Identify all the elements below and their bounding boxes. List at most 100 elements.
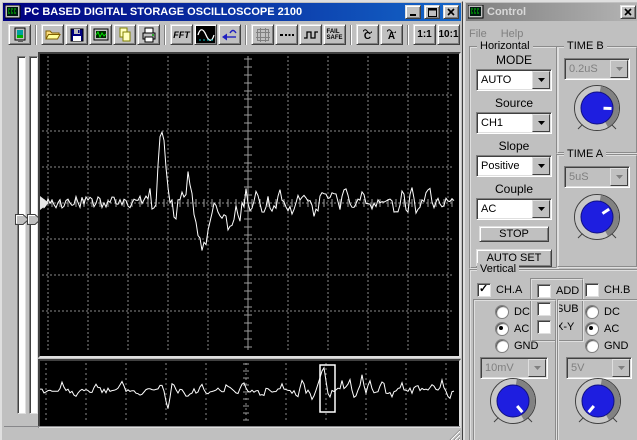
time-a-group-label: TIME A: [564, 148, 607, 160]
chevron-down-icon[interactable]: [610, 168, 628, 186]
control-close-button[interactable]: [620, 5, 636, 19]
checkbox-icon[interactable]: [585, 283, 599, 297]
time-b-knob[interactable]: [572, 84, 622, 134]
failsafe-icon: FAIL SAFE: [326, 29, 342, 41]
checkbox-icon[interactable]: [477, 282, 491, 297]
trigger-a-letter: A: [387, 31, 396, 42]
source-label: Source: [494, 96, 534, 110]
fft-icon: FFT: [173, 29, 190, 40]
toolbar-separator: [245, 24, 247, 45]
failsafe-button[interactable]: FAIL SAFE: [323, 24, 346, 45]
channel-b-gnd-radio[interactable]: GND: [585, 339, 628, 353]
dc-label: DC: [514, 306, 530, 318]
ac-label: AC: [514, 323, 530, 335]
couple-select[interactable]: AC: [476, 198, 552, 220]
mode-select[interactable]: AUTO: [476, 69, 552, 91]
channel-a-gnd-radio[interactable]: GND: [495, 339, 538, 353]
channel-a-dc-radio[interactable]: DC: [495, 305, 530, 319]
time-a-knob[interactable]: [572, 193, 622, 243]
radio-icon[interactable]: [585, 322, 599, 336]
fft-button[interactable]: FFT: [170, 24, 193, 45]
probe-10to1-button[interactable]: 10:1: [437, 24, 460, 45]
channel-a-position-slider[interactable]: [17, 56, 26, 414]
minimize-button[interactable]: [405, 5, 421, 19]
menu-file[interactable]: File: [469, 28, 487, 40]
print-button[interactable]: [137, 24, 160, 45]
time-a-select[interactable]: 5uS: [564, 166, 630, 188]
save-button[interactable]: [65, 24, 88, 45]
trigger-a-icon: A: [387, 28, 396, 42]
channel-b-dc-radio[interactable]: DC: [585, 305, 620, 319]
add-checkbox[interactable]: ADD: [537, 284, 582, 298]
open-button[interactable]: [41, 24, 64, 45]
chevron-down-icon[interactable]: [532, 157, 550, 175]
probe-1to1-button[interactable]: 1:1: [413, 24, 436, 45]
close-button[interactable]: [443, 5, 459, 19]
stop-button[interactable]: STOP: [479, 226, 549, 243]
dotted-line-icon: [279, 33, 294, 36]
horizontal-group-label: Horizontal: [477, 40, 533, 52]
menu-help[interactable]: Help: [501, 28, 524, 40]
square-wave-button[interactable]: [299, 24, 322, 45]
copy-button[interactable]: [113, 24, 136, 45]
overview-scope-display[interactable]: [38, 359, 461, 428]
grid-button[interactable]: [251, 24, 274, 45]
channel-b-volts-value: 5V: [571, 362, 585, 374]
trigger-c-icon: C: [363, 28, 372, 42]
grid-icon: [255, 27, 270, 42]
channel-b-checkbox[interactable]: CH.B: [585, 283, 630, 297]
failsafe-line2: SAFE: [326, 34, 343, 41]
maximize-button[interactable]: [424, 5, 440, 19]
undo-arrow-icon: [221, 29, 237, 40]
main-titlebar[interactable]: PC BASED DIGITAL STORAGE OSCILLOSCOPE 21…: [3, 3, 461, 21]
couple-label: Couple: [494, 182, 534, 196]
chevron-down-icon[interactable]: [532, 114, 550, 132]
control-titlebar[interactable]: Control: [466, 3, 637, 21]
minimize-icon: [410, 14, 416, 16]
source-select[interactable]: CH1: [476, 112, 552, 134]
channel-b-position-slider[interactable]: [29, 56, 38, 414]
channel-b-ac-radio[interactable]: AC: [585, 322, 619, 336]
open-icon: [44, 30, 61, 39]
channel-a-volts-value: 10mV: [485, 362, 514, 374]
display-capture-button[interactable]: [89, 24, 112, 45]
slope-select[interactable]: Positive: [476, 155, 552, 177]
channel-a-knob[interactable]: [488, 377, 538, 427]
chevron-down-icon[interactable]: [610, 60, 628, 78]
dotted-line-button[interactable]: [275, 24, 298, 45]
time-b-select[interactable]: 0.2uS: [564, 58, 630, 80]
channel-a-ac-radio[interactable]: AC: [495, 322, 529, 336]
channel-b-knob[interactable]: [573, 377, 623, 427]
main-window: PC BASED DIGITAL STORAGE OSCILLOSCOPE 21…: [0, 0, 464, 440]
toolbar: FFT FAIL SAFE C A 1:1 10:1: [5, 23, 460, 46]
channel-b-volts-select[interactable]: 5V: [566, 357, 632, 379]
radio-icon[interactable]: [495, 339, 509, 353]
resize-grip[interactable]: [447, 427, 460, 440]
chevron-down-icon[interactable]: [532, 200, 550, 218]
radio-icon[interactable]: [585, 305, 599, 319]
dc-label: DC: [604, 306, 620, 318]
time-a-value: 5uS: [569, 171, 589, 183]
main-scope-display[interactable]: [38, 52, 461, 358]
radio-icon[interactable]: [585, 339, 599, 353]
channel-a-volts-select[interactable]: 10mV: [480, 357, 548, 379]
chevron-down-icon[interactable]: [528, 359, 546, 377]
radio-icon[interactable]: [495, 322, 509, 336]
main-scope-plot: [39, 56, 455, 350]
undo-button[interactable]: [218, 24, 241, 45]
trigger-a-button[interactable]: A: [380, 24, 403, 45]
chevron-down-icon[interactable]: [532, 71, 550, 89]
channel-b-label: CH.B: [604, 284, 631, 296]
ratio-10to1-icon: 10:1: [438, 29, 459, 40]
channel-a-checkbox[interactable]: CH.A: [477, 282, 522, 297]
slope-label: Slope: [498, 139, 530, 153]
checkbox-icon[interactable]: [537, 284, 551, 298]
trigger-c-button[interactable]: C: [356, 24, 379, 45]
waveform-display-button[interactable]: [194, 24, 217, 45]
chevron-down-icon[interactable]: [612, 359, 630, 377]
add-label: ADD: [556, 285, 580, 297]
radio-icon[interactable]: [495, 305, 509, 319]
exit-button[interactable]: [8, 24, 31, 45]
square-wave-icon: [303, 30, 318, 39]
vertical-group: Vertical CH.A CH.B ADD SUB: [469, 263, 637, 440]
